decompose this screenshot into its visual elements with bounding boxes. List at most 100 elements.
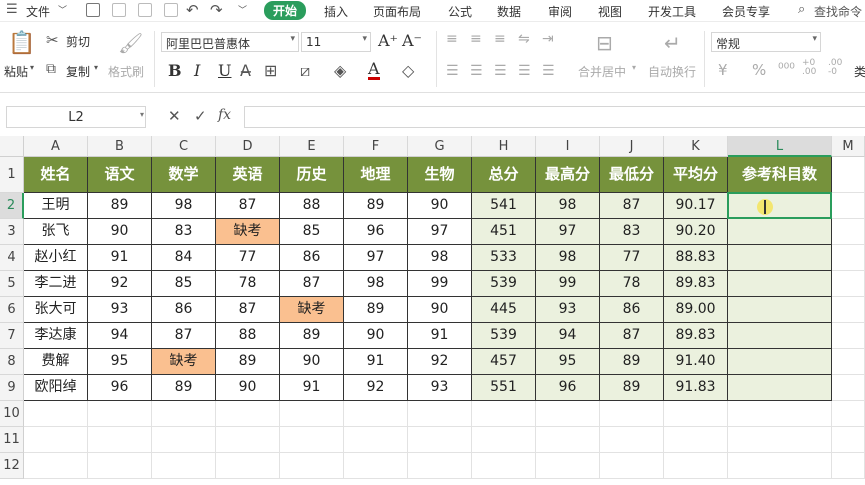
align-top-icon[interactable]: ≡: [446, 31, 458, 47]
quick-access-more-icon[interactable]: ﹀: [238, 3, 247, 16]
empty-cell[interactable]: [152, 453, 216, 479]
type-convert-button[interactable]: 类: [854, 63, 865, 80]
table-header-cell[interactable]: 地理: [344, 157, 408, 193]
row-header-2[interactable]: 2: [0, 193, 24, 219]
empty-cell[interactable]: [832, 453, 865, 479]
empty-cell[interactable]: [832, 245, 865, 271]
confirm-icon[interactable]: ✓: [194, 107, 207, 125]
table-header-cell[interactable]: 姓名: [24, 157, 88, 193]
table-cell[interactable]: 98: [536, 245, 600, 271]
table-cell[interactable]: 533: [472, 245, 536, 271]
empty-cell[interactable]: [408, 427, 472, 453]
merge-center-icon[interactable]: ⊟: [596, 31, 613, 55]
table-cell[interactable]: 97: [536, 219, 600, 245]
table-cell[interactable]: 92: [344, 375, 408, 401]
table-cell[interactable]: 87: [216, 193, 280, 219]
table-cell[interactable]: 张大可: [24, 297, 88, 323]
table-cell[interactable]: 91: [280, 375, 344, 401]
empty-cell[interactable]: [536, 453, 600, 479]
table-cell[interactable]: 95: [536, 349, 600, 375]
table-header-cell[interactable]: 总分: [472, 157, 536, 193]
empty-cell[interactable]: [88, 427, 152, 453]
table-cell[interactable]: 89: [600, 375, 664, 401]
table-cell[interactable]: 445: [472, 297, 536, 323]
table-cell[interactable]: 551: [472, 375, 536, 401]
table-cell[interactable]: 88: [216, 323, 280, 349]
table-cell[interactable]: 94: [88, 323, 152, 349]
empty-cell[interactable]: [472, 453, 536, 479]
table-cell[interactable]: 98: [152, 193, 216, 219]
tab-formulas[interactable]: 公式: [448, 3, 472, 20]
column-header-e[interactable]: E: [280, 136, 344, 157]
table-cell[interactable]: 87: [600, 323, 664, 349]
font-name-select[interactable]: 阿里巴巴普惠体 ▾: [161, 32, 299, 52]
formula-input[interactable]: [244, 106, 865, 128]
decrease-font-icon[interactable]: A⁻: [402, 31, 422, 50]
table-cell[interactable]: 90: [88, 219, 152, 245]
table-cell[interactable]: 赵小红: [24, 245, 88, 271]
empty-cell[interactable]: [536, 427, 600, 453]
format-painter-button[interactable]: 格式刷: [108, 63, 144, 80]
empty-cell[interactable]: [216, 401, 280, 427]
table-cell[interactable]: 98: [344, 271, 408, 297]
table-cell[interactable]: 89: [152, 375, 216, 401]
table-cell[interactable]: 91.83: [664, 375, 728, 401]
table-cell[interactable]: 98: [408, 245, 472, 271]
empty-cell[interactable]: [600, 427, 664, 453]
table-cell[interactable]: 83: [600, 219, 664, 245]
table-cell[interactable]: 91.40: [664, 349, 728, 375]
fill-pattern-icon[interactable]: ⧄: [300, 61, 310, 81]
empty-cell[interactable]: [280, 453, 344, 479]
empty-cell[interactable]: [832, 323, 865, 349]
number-format-select[interactable]: 常规 ▾: [711, 32, 821, 52]
table-cell[interactable]: 89: [280, 323, 344, 349]
column-header-a[interactable]: A: [24, 136, 88, 157]
table-cell[interactable]: 王明: [24, 193, 88, 219]
column-header-f[interactable]: F: [344, 136, 408, 157]
row-header-6[interactable]: 6: [0, 297, 24, 323]
thousands-icon[interactable]: ⁰⁰⁰: [778, 61, 795, 77]
empty-cell[interactable]: [832, 157, 865, 193]
row-header-3[interactable]: 3: [0, 219, 24, 245]
empty-cell[interactable]: [24, 453, 88, 479]
table-header-cell[interactable]: 数学: [152, 157, 216, 193]
tab-view[interactable]: 视图: [598, 3, 622, 20]
clear-format-icon[interactable]: ◇: [402, 61, 414, 80]
tab-member[interactable]: 会员专享: [722, 3, 770, 20]
table-cell[interactable]: [728, 375, 832, 401]
name-box[interactable]: L2: [6, 106, 146, 128]
increase-font-icon[interactable]: A⁺: [378, 31, 398, 50]
indent-icon[interactable]: ⇥: [542, 31, 554, 47]
table-cell[interactable]: 94: [536, 323, 600, 349]
table-cell[interactable]: 缺考: [152, 349, 216, 375]
format-painter-icon[interactable]: 🖌: [118, 31, 143, 55]
table-cell[interactable]: 77: [216, 245, 280, 271]
tab-developer[interactable]: 开发工具: [648, 3, 696, 20]
table-cell[interactable]: 91: [88, 245, 152, 271]
row-header-8[interactable]: 8: [0, 349, 24, 375]
column-header-l[interactable]: L: [728, 136, 832, 157]
print-icon[interactable]: [138, 3, 152, 17]
name-box-dropdown-icon[interactable]: ▾: [140, 110, 144, 119]
table-cell[interactable]: 97: [408, 219, 472, 245]
paste-dropdown-icon[interactable]: ▾: [30, 63, 34, 72]
table-cell[interactable]: 90: [408, 297, 472, 323]
table-cell[interactable]: 87: [280, 271, 344, 297]
cancel-icon[interactable]: ✕: [168, 107, 181, 125]
table-cell[interactable]: [728, 323, 832, 349]
table-cell[interactable]: [728, 245, 832, 271]
table-cell[interactable]: 78: [600, 271, 664, 297]
text-direction-icon[interactable]: ⇋: [518, 31, 530, 47]
table-cell[interactable]: 99: [408, 271, 472, 297]
table-cell[interactable]: 93: [88, 297, 152, 323]
empty-cell[interactable]: [600, 401, 664, 427]
table-cell[interactable]: 90.20: [664, 219, 728, 245]
empty-cell[interactable]: [728, 401, 832, 427]
empty-cell[interactable]: [216, 427, 280, 453]
empty-cell[interactable]: [664, 427, 728, 453]
table-cell[interactable]: 98: [536, 193, 600, 219]
table-cell[interactable]: 86: [280, 245, 344, 271]
row-header-10[interactable]: 10: [0, 401, 24, 427]
table-cell[interactable]: 90: [280, 349, 344, 375]
empty-cell[interactable]: [832, 349, 865, 375]
